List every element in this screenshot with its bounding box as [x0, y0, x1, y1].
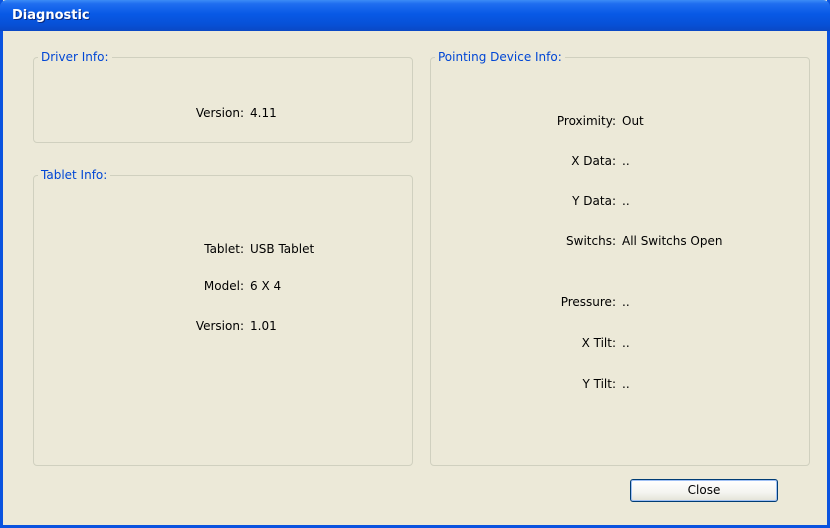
pressure-value: ..: [622, 295, 630, 309]
driver-version-value: 4.11: [250, 106, 277, 120]
window-title: Diagnostic: [12, 8, 90, 23]
x-tilt-label: X Tilt:: [581, 336, 616, 350]
driver-version-label: Version:: [195, 106, 244, 120]
pointing-device-info-group: Pointing Device Info: Proximity: Out X D…: [430, 50, 810, 466]
tablet-version-value: 1.01: [250, 319, 277, 333]
driver-info-legend: Driver Info:: [41, 50, 109, 64]
tablet-info-group: Tablet Info: Tablet: USB Tablet Model: 6…: [33, 168, 413, 466]
tablet-info-legend: Tablet Info:: [41, 168, 108, 182]
tablet-name-label: Tablet:: [204, 242, 244, 256]
pressure-label: Pressure:: [560, 295, 616, 309]
x-data-label: X Data:: [571, 154, 616, 168]
y-tilt-label: Y Tilt:: [582, 377, 616, 391]
x-data-value: ..: [622, 154, 630, 168]
proximity-label: Proximity:: [556, 114, 616, 128]
y-data-value: ..: [622, 194, 630, 208]
x-tilt-value: ..: [622, 336, 630, 350]
tablet-name-value: USB Tablet: [250, 242, 315, 256]
switches-label: Switchs:: [566, 234, 616, 248]
pointing-device-info-legend: Pointing Device Info:: [438, 50, 562, 64]
tablet-version-label: Version:: [195, 319, 244, 333]
driver-info-group: Driver Info: Version: 4.11: [33, 50, 413, 143]
tablet-model-label: Model:: [203, 279, 244, 293]
tablet-model-value: 6 X 4: [250, 279, 282, 293]
diagnostic-window: Diagnostic Driver Info: Version: 4.11 Ta…: [0, 0, 830, 528]
y-tilt-value: ..: [622, 377, 630, 391]
y-data-label: Y Data:: [572, 194, 616, 208]
switches-value: All Switchs Open: [622, 234, 723, 248]
proximity-value: Out: [622, 114, 644, 128]
title-bar[interactable]: Diagnostic: [0, 0, 830, 31]
close-button[interactable]: Close: [630, 479, 778, 502]
